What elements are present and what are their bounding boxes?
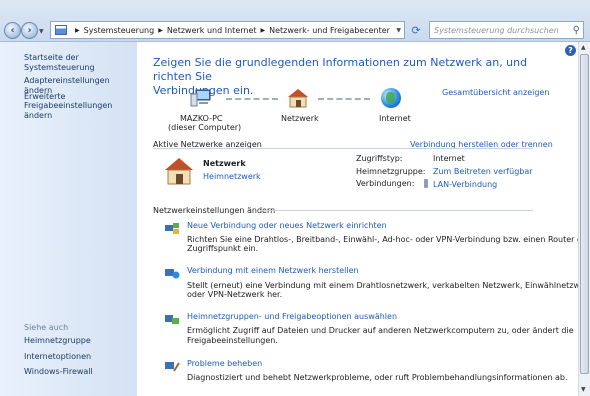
connections-label: Verbindungen: xyxy=(356,179,415,188)
network-house-icon xyxy=(287,88,309,110)
task-desc-line1: Stellt (erneut) eine Verbindung mit eine… xyxy=(187,281,590,290)
breadcrumb-separator-icon: ▶ xyxy=(158,26,163,34)
connection-line-network-internet xyxy=(318,98,370,100)
task-desc-line2: Zugriffspunkt ein. xyxy=(187,244,259,253)
search-placeholder: Systemsteuerung durchsuchen xyxy=(434,25,559,35)
access-type-label: Zugriffstyp: xyxy=(356,154,403,163)
connect-network-icon xyxy=(164,266,180,280)
active-network-name: Netzwerk xyxy=(203,159,246,168)
task-desc-line2: oder VPN-Netzwerk her. xyxy=(187,290,283,299)
sidebar-item-control-panel-home[interactable]: Startseite der Systemsteuerung xyxy=(24,53,137,73)
recent-pages-dropdown[interactable]: ▼ xyxy=(39,28,44,35)
scroll-up-icon[interactable]: ▲ xyxy=(581,44,586,51)
scroll-down-icon[interactable]: ▼ xyxy=(581,386,586,393)
task-new-connection[interactable]: Neue Verbindung oder neues Netzwerk einr… xyxy=(187,221,387,230)
task-desc-line1: Diagnostiziert und behebt Netzwerkproble… xyxy=(187,373,568,382)
task-connect-network[interactable]: Verbindung mit einem Netzwerk herstellen xyxy=(187,266,359,275)
control-panel-icon xyxy=(55,25,67,35)
computer-name: MAZKO-PC xyxy=(180,114,223,123)
divider xyxy=(153,148,533,149)
breadcrumb-separator-icon: ▶ xyxy=(75,26,80,34)
computer-icon xyxy=(190,89,212,107)
sidebar-item-windows-firewall[interactable]: Windows-Firewall xyxy=(24,367,93,377)
sidebar-item-advanced-sharing-line2[interactable]: Freigabeeinstellungen ändern xyxy=(24,101,137,121)
network-type-link[interactable]: Heimnetzwerk xyxy=(203,172,261,181)
task-homegroup-options[interactable]: Heimnetzgruppen- und Freigabeoptionen au… xyxy=(187,312,397,321)
homegroup-link[interactable]: Zum Beitreten verfügbar xyxy=(433,167,533,176)
search-icon[interactable]: ⚲ xyxy=(573,25,580,36)
sidebar-item-internet-options[interactable]: Internetoptionen xyxy=(24,352,91,362)
address-toolbar: ‹ › ▼ ▶ Systemsteuerung ▶ Netzwerk und I… xyxy=(0,0,590,42)
address-dropdown-icon[interactable]: ▼ xyxy=(396,27,401,34)
forward-button[interactable]: › xyxy=(21,22,38,39)
homegroup-sharing-icon xyxy=(164,312,180,326)
access-type-value: Internet xyxy=(433,154,465,163)
full-map-link[interactable]: Gesamtübersicht anzeigen xyxy=(442,88,549,97)
sidebar-item-homegroup[interactable]: Heimnetzgruppe xyxy=(24,336,91,346)
home-network-icon xyxy=(164,157,194,187)
connection-line-computer-network xyxy=(226,98,278,100)
new-connection-icon xyxy=(164,221,180,235)
help-icon[interactable]: ? xyxy=(565,45,576,56)
homegroup-label: Heimnetzgruppe: xyxy=(356,167,426,176)
task-sidebar: Startseite der Systemsteuerung Adapterei… xyxy=(0,42,137,396)
breadcrumb-separator-icon: ▶ xyxy=(260,26,266,34)
network-label: Netzwerk xyxy=(281,114,319,123)
divider xyxy=(260,210,533,211)
lan-connection-entry[interactable]: LAN-Verbindung xyxy=(424,179,497,189)
internet-globe-icon xyxy=(381,88,401,108)
address-bar[interactable]: ▶ Systemsteuerung ▶ Netzwerk und Interne… xyxy=(50,21,405,39)
breadcrumb-systemsteuerung[interactable]: Systemsteuerung xyxy=(84,26,155,35)
task-desc-line1: Ermöglicht Zugriff auf Dateien und Druck… xyxy=(187,326,574,335)
lan-cable-icon xyxy=(424,179,428,188)
change-settings-label: Netzwerkeinstellungen ändern xyxy=(153,206,276,215)
internet-label: Internet xyxy=(379,114,411,123)
back-button[interactable]: ‹ xyxy=(4,22,21,39)
breadcrumb-netzwerk-internet[interactable]: Netzwerk und Internet xyxy=(167,26,257,35)
scrollbar-thumb[interactable] xyxy=(580,54,589,374)
breadcrumb-freigabecenter[interactable]: Netzwerk- und Freigabecenter xyxy=(269,26,390,35)
task-desc-line1: Richten Sie eine Drahtlos-, Breitband-, … xyxy=(187,235,590,244)
refresh-button[interactable]: ⟳ xyxy=(407,21,425,39)
task-troubleshoot[interactable]: Probleme beheben xyxy=(187,359,262,368)
see-also-label: Siehe auch xyxy=(24,323,69,332)
task-desc-line2: Freigabeeinstellungen. xyxy=(187,336,278,345)
vertical-scrollbar[interactable]: ▲ ▼ xyxy=(578,42,590,396)
search-input[interactable]: Systemsteuerung durchsuchen ⚲ xyxy=(429,21,584,39)
troubleshoot-icon xyxy=(164,359,180,373)
computer-subtitle: (dieser Computer) xyxy=(168,123,242,132)
lan-connection-link[interactable]: LAN-Verbindung xyxy=(433,180,497,189)
page-title-line1: Zeigen Sie die grundlegenden Information… xyxy=(153,56,528,83)
